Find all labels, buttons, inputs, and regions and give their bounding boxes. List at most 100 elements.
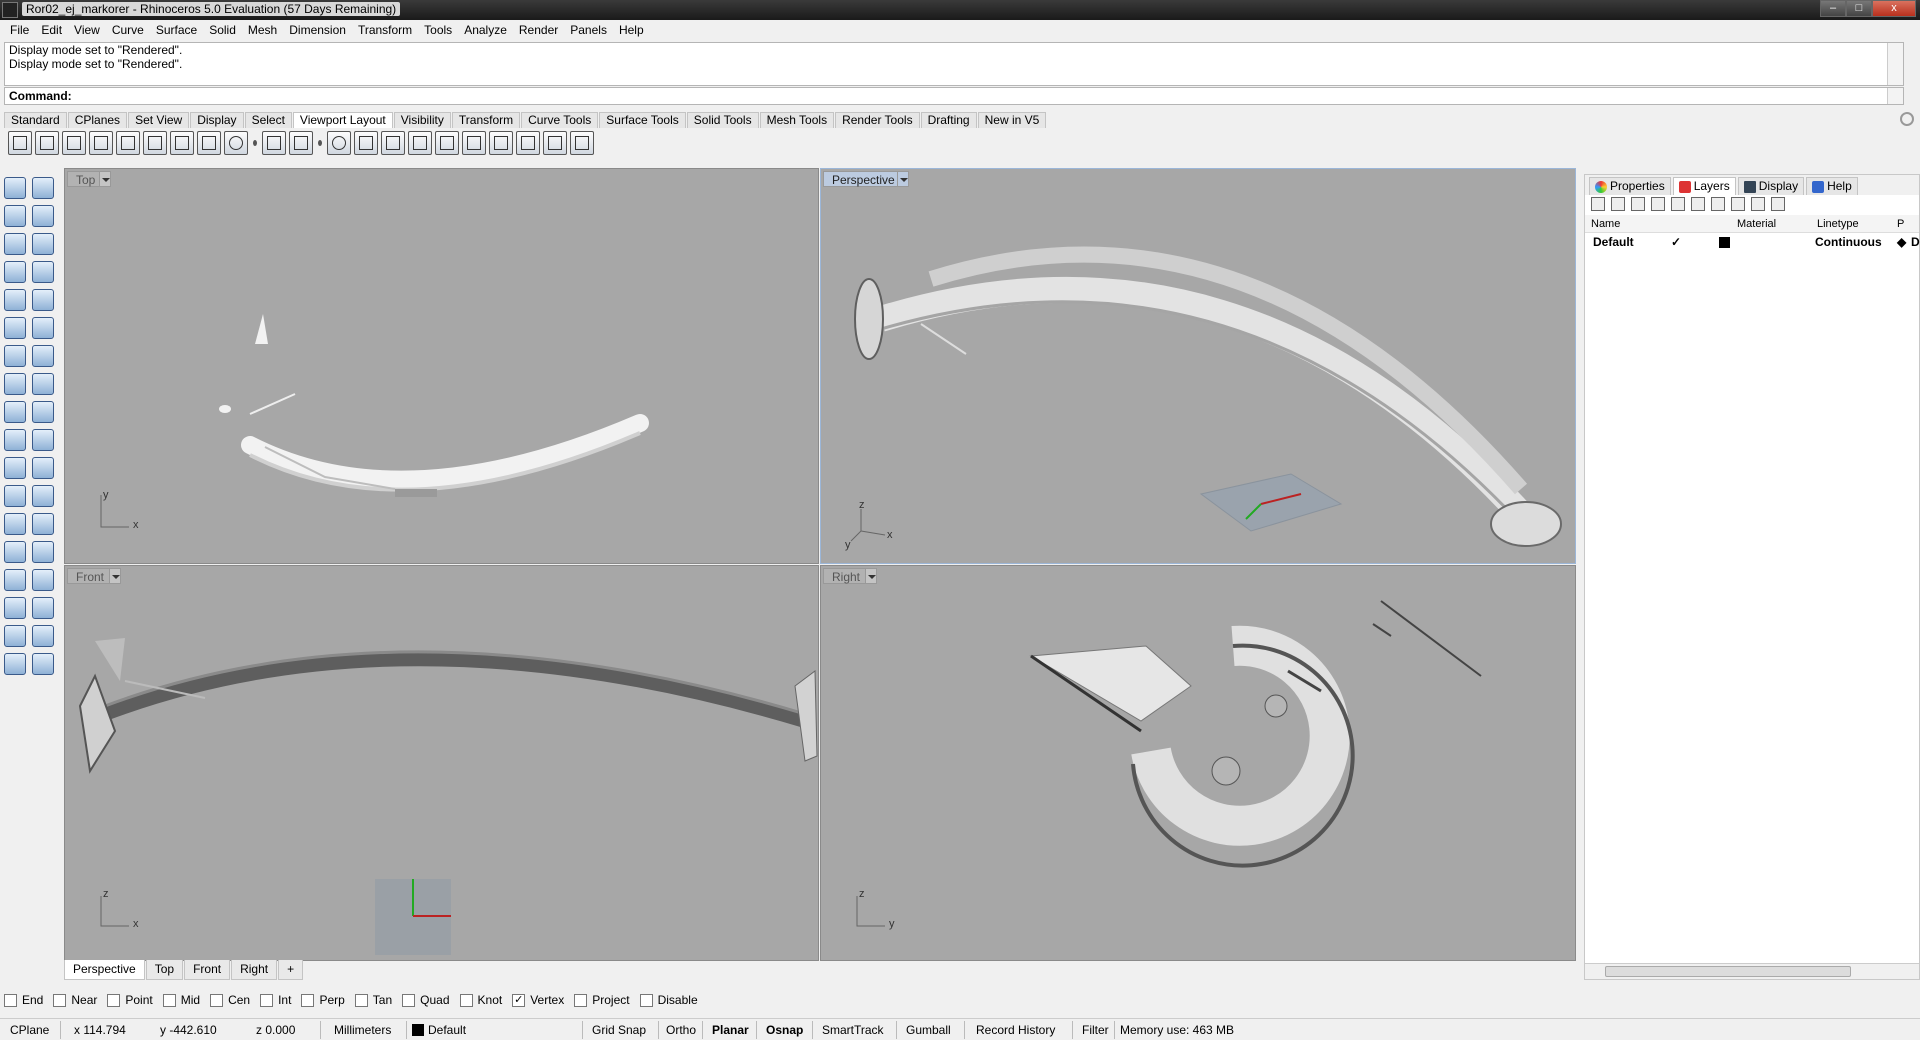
osnap-int-checkbox[interactable] xyxy=(260,993,274,1007)
export-layout-icon[interactable] xyxy=(489,131,513,155)
box-solid-icon[interactable] xyxy=(4,345,26,367)
menu-solid[interactable]: Solid xyxy=(203,23,242,37)
viewport-front[interactable]: Front z x xyxy=(64,565,819,961)
tab-viewport-layout[interactable]: Viewport Layout xyxy=(292,112,393,128)
rectangle-icon[interactable] xyxy=(32,261,54,283)
new-viewport-icon[interactable] xyxy=(89,131,113,155)
extrude-surface-icon[interactable] xyxy=(32,317,54,339)
ellipse-icon[interactable] xyxy=(32,233,54,255)
scale-icon[interactable] xyxy=(32,513,54,535)
osnap-disable-checkbox[interactable] xyxy=(639,993,653,1007)
menu-dimension[interactable]: Dimension xyxy=(283,23,352,37)
dot-separator-icon[interactable] xyxy=(316,131,324,155)
layer-states-icon[interactable] xyxy=(1731,197,1745,211)
rhino-app-icon[interactable] xyxy=(2,2,18,18)
arc-icon[interactable] xyxy=(4,261,26,283)
color-display-icon[interactable] xyxy=(381,131,405,155)
command-history[interactable]: Display mode set to "Rendered". Display … xyxy=(4,42,1904,86)
viewport-right[interactable]: Right z y xyxy=(820,565,1576,961)
smarttrack-toggle[interactable]: SmartTrack xyxy=(822,1023,884,1037)
open-folder-icon[interactable] xyxy=(516,131,540,155)
material-icon[interactable] xyxy=(32,653,54,675)
menu-mesh[interactable]: Mesh xyxy=(242,23,283,37)
trim-icon[interactable] xyxy=(4,429,26,451)
osnap-vertex-checkbox[interactable]: ✓ xyxy=(512,993,526,1007)
new-sublayer-icon[interactable] xyxy=(1611,197,1625,211)
split-icon[interactable] xyxy=(32,429,54,451)
osnap-cen-checkbox[interactable] xyxy=(210,993,224,1007)
osnap-cen[interactable]: Cen xyxy=(210,993,250,1007)
move-down-icon[interactable] xyxy=(1671,197,1685,211)
tab-standard[interactable]: Standard xyxy=(4,112,67,128)
filter-toggle[interactable]: Filter xyxy=(1082,1023,1109,1037)
current-layer-check-icon[interactable]: ✓ xyxy=(1671,235,1681,249)
tab-curve-tools[interactable]: Curve Tools xyxy=(521,112,599,128)
text-icon[interactable] xyxy=(4,513,26,535)
menu-transform[interactable]: Transform xyxy=(352,23,418,37)
zoom-magnifier-icon[interactable] xyxy=(262,131,286,155)
status-units[interactable]: Millimeters xyxy=(334,1023,391,1037)
column-print[interactable]: P xyxy=(1897,218,1904,230)
layout-properties-icon[interactable] xyxy=(462,131,486,155)
align-icon[interactable] xyxy=(32,597,54,619)
menu-tools[interactable]: Tools xyxy=(418,23,458,37)
osnap-near-checkbox[interactable] xyxy=(53,993,67,1007)
polygon-icon[interactable] xyxy=(4,289,26,311)
osnap-perp[interactable]: Perp xyxy=(301,993,345,1007)
menu-help[interactable]: Help xyxy=(613,23,650,37)
grid-array-icon[interactable] xyxy=(4,597,26,619)
three-viewports-icon[interactable] xyxy=(35,131,59,155)
tab-drafting[interactable]: Drafting xyxy=(920,112,977,128)
osnap-near[interactable]: Near xyxy=(53,993,97,1007)
detail-view-icon[interactable] xyxy=(435,131,459,155)
tab-front[interactable]: Front xyxy=(184,960,231,980)
tab-solid-tools[interactable]: Solid Tools xyxy=(686,112,759,128)
grid-snap-toggle[interactable]: Grid Snap xyxy=(592,1023,646,1037)
move-out-icon[interactable] xyxy=(1691,197,1705,211)
osnap-vertex[interactable]: ✓ Vertex xyxy=(512,993,564,1007)
surface-from-points-icon[interactable] xyxy=(4,317,26,339)
command-line-scrollbar[interactable] xyxy=(1887,88,1903,104)
osnap-end[interactable]: End xyxy=(4,993,43,1007)
menu-curve[interactable]: Curve xyxy=(106,23,150,37)
viewport-top[interactable]: Top y x xyxy=(64,168,819,564)
tools-wrench-icon[interactable] xyxy=(1751,197,1765,211)
group-icon[interactable] xyxy=(4,457,26,479)
explode-icon[interactable] xyxy=(4,401,26,423)
osnap-quad-checkbox[interactable] xyxy=(402,993,416,1007)
blend-curve-icon[interactable] xyxy=(32,485,54,507)
analyze-icon[interactable] xyxy=(4,625,26,647)
tab-perspective[interactable]: Perspective xyxy=(64,960,145,980)
tab-right[interactable]: Right xyxy=(231,960,278,980)
osnap-toggle[interactable]: Osnap xyxy=(766,1023,803,1037)
boolean-union-icon[interactable] xyxy=(32,345,54,367)
layout-table-icon[interactable] xyxy=(197,131,221,155)
osnap-tan-checkbox[interactable] xyxy=(354,993,368,1007)
split-vertical-icon[interactable] xyxy=(143,131,167,155)
scrollbar-thumb[interactable] xyxy=(1605,966,1851,977)
fillet-curve-icon[interactable] xyxy=(32,289,54,311)
delete-layer-icon[interactable] xyxy=(1631,197,1645,211)
filter-icon[interactable] xyxy=(1711,197,1725,211)
command-history-scrollbar[interactable] xyxy=(1887,43,1903,85)
mirror-icon[interactable] xyxy=(32,541,54,563)
tab-new-in-v5[interactable]: New in V5 xyxy=(977,112,1047,128)
minimize-button[interactable]: – xyxy=(1820,0,1846,17)
named-view-icon[interactable] xyxy=(543,131,567,155)
menu-file[interactable]: File xyxy=(4,23,35,37)
small-dot-icon[interactable] xyxy=(251,131,259,155)
osnap-tan[interactable]: Tan xyxy=(354,993,392,1007)
layer-color-swatch[interactable] xyxy=(1719,237,1730,248)
osnap-point-checkbox[interactable] xyxy=(107,993,121,1007)
column-name[interactable]: Name xyxy=(1591,218,1620,230)
check-objects-icon[interactable] xyxy=(32,625,54,647)
osnap-project[interactable]: Project xyxy=(574,993,630,1007)
new-layer-icon[interactable] xyxy=(1591,197,1605,211)
grid-icon[interactable] xyxy=(289,131,313,155)
ortho-toggle[interactable]: Ortho xyxy=(666,1023,696,1037)
four-viewports-icon[interactable] xyxy=(8,131,32,155)
tab-layers[interactable]: Layers xyxy=(1672,177,1736,195)
osnap-point[interactable]: Point xyxy=(107,993,153,1007)
sphere-view-icon[interactable] xyxy=(224,131,248,155)
column-linetype[interactable]: Linetype xyxy=(1817,218,1859,230)
